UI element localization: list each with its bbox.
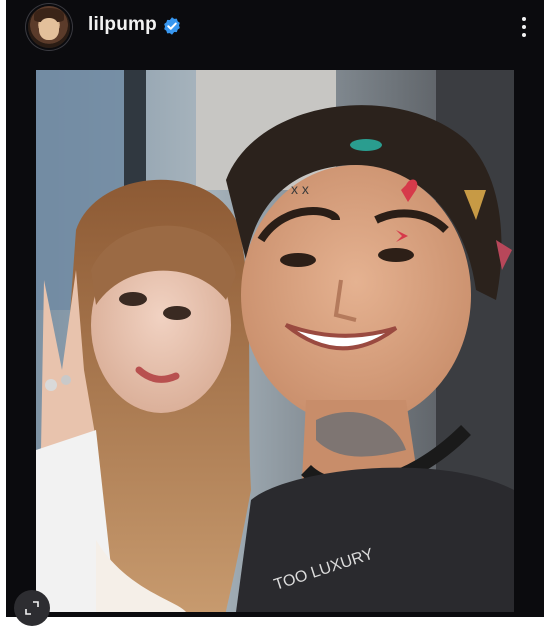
more-dot [522,33,526,37]
more-dot [522,17,526,21]
profile-avatar[interactable] [28,6,70,48]
woman-right-eye [163,306,191,320]
post-card: lilpump x x TOO LUXURY [6,0,544,626]
username[interactable]: lilpump [88,14,157,36]
expand-button[interactable] [14,590,50,626]
post-photo[interactable]: x x TOO LUXURY [36,70,514,612]
man-face [241,165,471,425]
eyes-tattoo: x x [291,181,309,197]
ufo-tattoo [350,139,382,151]
post-header: lilpump [6,0,544,54]
ring-2 [61,375,71,385]
more-dot [522,25,526,29]
photo-illustration: x x TOO LUXURY [36,70,514,612]
avatar-face [39,18,59,40]
verified-badge-icon [164,17,180,35]
man-left-eye [280,253,316,267]
ring-1 [45,379,57,391]
woman-left-eye [119,292,147,306]
man-right-eye [378,248,414,262]
expand-icon [25,601,39,615]
more-options-button[interactable] [512,12,536,42]
